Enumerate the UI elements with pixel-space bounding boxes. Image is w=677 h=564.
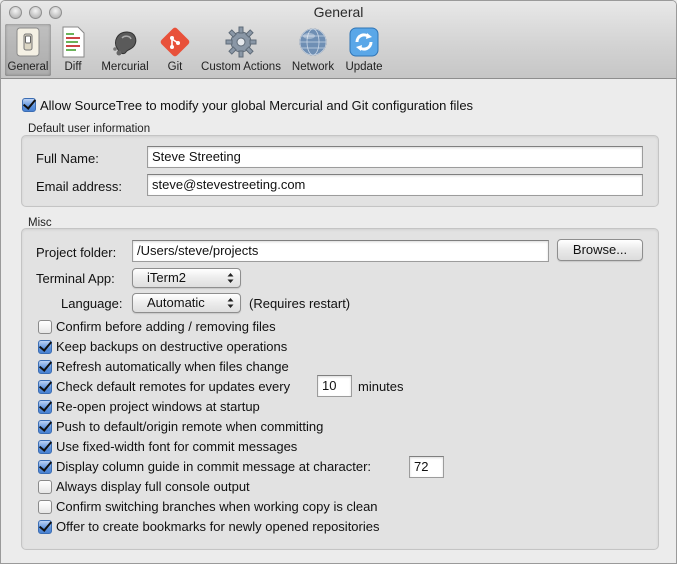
tab-network[interactable]: Network <box>287 24 339 76</box>
terminal-app-label: Terminal App: <box>36 271 115 286</box>
preferences-window: General General Diff Mercurial Git Custo… <box>0 0 677 564</box>
option-checkbox[interactable] <box>38 440 52 454</box>
option-label: Use fixed-width font for commit messages <box>56 439 298 454</box>
option-checkbox[interactable] <box>38 520 52 534</box>
language-select[interactable]: Automatic <box>132 293 241 313</box>
language-value: Automatic <box>147 295 205 310</box>
tab-diff[interactable]: Diff <box>51 24 95 76</box>
option-checkbox[interactable] <box>38 460 52 474</box>
tab-git[interactable]: Git <box>155 24 195 76</box>
tab-custom-actions[interactable]: Custom Actions <box>195 24 287 76</box>
option-checkbox[interactable] <box>38 480 52 494</box>
option-label: Display column guide in commit message a… <box>56 459 372 474</box>
option-checkbox[interactable] <box>38 420 52 434</box>
email-field[interactable]: steve@stevestreeting.com <box>147 174 643 196</box>
document-icon <box>57 26 89 58</box>
option-label: Always display full console output <box>56 479 250 494</box>
full-name-field[interactable]: Steve Streeting <box>147 146 643 168</box>
switch-icon <box>12 26 44 58</box>
preferences-toolbar: General Diff Mercurial Git Custom Action… <box>5 24 389 76</box>
email-label: Email address: <box>36 179 122 194</box>
allow-config-checkbox[interactable] <box>22 98 36 112</box>
user-info-group: Full Name: Steve Streeting Email address… <box>21 135 659 207</box>
mercurial-icon <box>109 26 141 58</box>
update-icon <box>348 26 380 58</box>
tab-mercurial[interactable]: Mercurial <box>95 24 155 76</box>
option-checkbox[interactable] <box>38 340 52 354</box>
column-guide-field[interactable]: 72 <box>409 456 444 478</box>
option-label: Re-open project windows at startup <box>56 399 260 414</box>
option-label: Offer to create bookmarks for newly open… <box>56 519 380 534</box>
allow-config-label: Allow SourceTree to modify your global M… <box>40 98 474 113</box>
update-interval-field[interactable]: 10 <box>317 375 352 397</box>
gear-icon <box>225 26 257 58</box>
window-title: General <box>313 4 364 20</box>
option-checkbox[interactable] <box>38 360 52 374</box>
git-icon <box>159 26 191 58</box>
option-checkbox[interactable] <box>38 400 52 414</box>
update-interval-unit: minutes <box>358 379 404 394</box>
tab-general[interactable]: General <box>5 24 51 76</box>
popup-arrows-icon <box>227 298 234 308</box>
option-checkbox[interactable] <box>38 500 52 514</box>
language-label: Language: <box>61 296 123 311</box>
popup-arrows-icon <box>227 273 234 283</box>
option-label: Confirm switching branches when working … <box>56 499 378 514</box>
general-pane: Allow SourceTree to modify your global M… <box>1 80 676 563</box>
option-label: Confirm before adding / removing files <box>56 319 276 334</box>
option-checkbox[interactable] <box>38 380 52 394</box>
project-folder-label: Project folder: <box>36 245 117 260</box>
browse-button[interactable]: Browse... <box>557 239 643 261</box>
full-name-label: Full Name: <box>36 151 99 166</box>
project-folder-field[interactable]: /Users/steve/projects <box>132 240 549 262</box>
tab-update[interactable]: Update <box>339 24 389 76</box>
network-globe-icon <box>297 26 329 58</box>
title-bar: General General Diff Mercurial Git Custo… <box>1 1 676 79</box>
terminal-app-select[interactable]: iTerm2 <box>132 268 241 288</box>
option-label: Check default remotes for updates every <box>56 379 291 394</box>
option-label: Keep backups on destructive operations <box>56 339 288 354</box>
option-label: Refresh automatically when files change <box>56 359 289 374</box>
language-note: (Requires restart) <box>249 296 351 311</box>
terminal-app-value: iTerm2 <box>147 270 187 285</box>
option-label: Push to default/origin remote when commi… <box>56 419 324 434</box>
option-checkbox[interactable] <box>38 320 52 334</box>
